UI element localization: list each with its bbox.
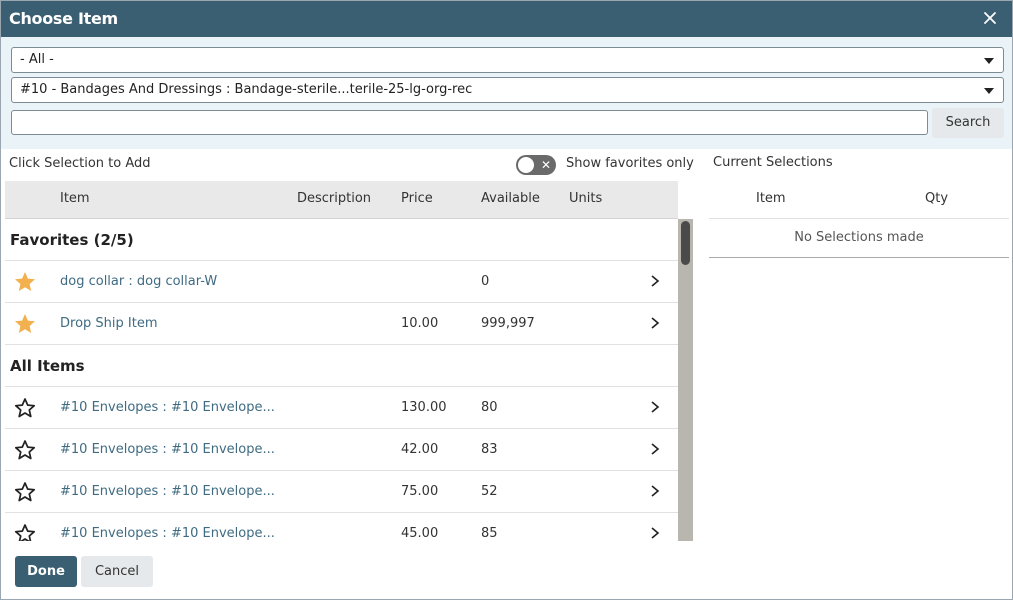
star-outline-icon[interactable] bbox=[13, 438, 37, 462]
cancel-button[interactable]: Cancel bbox=[81, 556, 153, 587]
favorites-only-toggle[interactable]: ✕ bbox=[516, 155, 556, 175]
chevron-right-icon[interactable] bbox=[649, 316, 661, 330]
done-button[interactable]: Done bbox=[15, 556, 77, 587]
item-select-value: #10 - Bandages And Dressings : Bandage-s… bbox=[20, 82, 473, 97]
item-name[interactable]: #10 Envelopes : #10 Envelope... bbox=[60, 442, 275, 457]
current-selections-header: Item Qty bbox=[709, 181, 1009, 219]
item-available: 80 bbox=[481, 400, 498, 415]
item-price: 10.00 bbox=[401, 316, 439, 331]
favorites-section-header: Favorites (2/5) bbox=[5, 219, 678, 261]
close-icon[interactable] bbox=[982, 10, 998, 26]
column-header-qty: Qty bbox=[925, 191, 949, 206]
item-price: 130.00 bbox=[401, 400, 447, 415]
all-items-section-header: All Items bbox=[5, 345, 678, 387]
all-items-section-title: All Items bbox=[10, 357, 85, 375]
item-available: 52 bbox=[481, 484, 498, 499]
item-price: 42.00 bbox=[401, 442, 439, 457]
column-header-units[interactable]: Units bbox=[569, 191, 602, 206]
column-header-item: Item bbox=[756, 191, 786, 206]
favorites-only-label: Show favorites only bbox=[566, 156, 694, 171]
table-row[interactable]: #10 Envelopes : #10 Envelope... 75.00 52 bbox=[5, 471, 678, 513]
star-outline-icon[interactable] bbox=[13, 522, 37, 541]
items-scrollbar[interactable] bbox=[678, 219, 693, 541]
item-available: 999,997 bbox=[481, 316, 535, 331]
category-select-value: - All - bbox=[20, 52, 54, 67]
star-outline-icon[interactable] bbox=[13, 480, 37, 504]
table-row[interactable]: #10 Envelopes : #10 Envelope... 130.00 8… bbox=[5, 387, 678, 429]
item-available: 83 bbox=[481, 442, 498, 457]
column-header-price[interactable]: Price bbox=[401, 191, 433, 206]
star-filled-icon[interactable] bbox=[13, 270, 37, 294]
table-row[interactable]: #10 Envelopes : #10 Envelope... 42.00 83 bbox=[5, 429, 678, 471]
chevron-down-icon bbox=[984, 88, 994, 94]
table-row[interactable]: #10 Envelopes : #10 Envelope... 45.00 85 bbox=[5, 513, 678, 541]
column-header-description[interactable]: Description bbox=[297, 191, 371, 206]
column-header-item[interactable]: Item bbox=[60, 191, 90, 206]
click-selection-label: Click Selection to Add bbox=[9, 156, 151, 171]
dialog-title-bar: Choose Item bbox=[1, 1, 1012, 37]
table-row[interactable]: Drop Ship Item 10.00 999,997 bbox=[5, 303, 678, 345]
search-button[interactable]: Search bbox=[932, 108, 1004, 138]
chevron-right-icon[interactable] bbox=[649, 526, 661, 540]
chevron-right-icon[interactable] bbox=[649, 442, 661, 456]
favorites-section-title: Favorites (2/5) bbox=[10, 231, 134, 249]
toggle-off-icon: ✕ bbox=[540, 158, 551, 172]
item-price: 75.00 bbox=[401, 484, 439, 499]
items-grid-body: Favorites (2/5) dog collar : dog collar-… bbox=[5, 219, 678, 541]
star-outline-icon[interactable] bbox=[13, 396, 37, 420]
no-selections-message: No Selections made bbox=[709, 219, 1009, 258]
chevron-right-icon[interactable] bbox=[649, 274, 661, 288]
filter-panel: - All - #10 - Bandages And Dressings : B… bbox=[1, 37, 1012, 149]
chevron-down-icon bbox=[984, 58, 994, 64]
item-select[interactable]: #10 - Bandages And Dressings : Bandage-s… bbox=[11, 77, 1004, 103]
item-price: 45.00 bbox=[401, 526, 439, 541]
table-row[interactable]: dog collar : dog collar-W 0 bbox=[5, 261, 678, 303]
items-scrollbar-thumb[interactable] bbox=[681, 221, 690, 265]
category-select[interactable]: - All - bbox=[11, 47, 1004, 73]
chevron-right-icon[interactable] bbox=[649, 484, 661, 498]
current-selections-title: Current Selections bbox=[713, 155, 833, 170]
item-available: 85 bbox=[481, 526, 498, 541]
item-name[interactable]: dog collar : dog collar-W bbox=[60, 274, 217, 289]
item-name[interactable]: Drop Ship Item bbox=[60, 316, 158, 331]
star-filled-icon[interactable] bbox=[13, 312, 37, 336]
search-input[interactable] bbox=[11, 110, 928, 135]
dialog-title: Choose Item bbox=[9, 9, 118, 28]
toggle-knob bbox=[518, 157, 534, 173]
choose-item-dialog: Choose Item - All - #10 - Bandages And D… bbox=[0, 0, 1013, 600]
item-name[interactable]: #10 Envelopes : #10 Envelope... bbox=[60, 484, 275, 499]
item-name[interactable]: #10 Envelopes : #10 Envelope... bbox=[60, 400, 275, 415]
items-grid-header: Item Description Price Available Units bbox=[5, 181, 678, 219]
item-name[interactable]: #10 Envelopes : #10 Envelope... bbox=[60, 526, 275, 541]
chevron-right-icon[interactable] bbox=[649, 400, 661, 414]
column-header-available[interactable]: Available bbox=[481, 191, 540, 206]
item-available: 0 bbox=[481, 274, 490, 289]
